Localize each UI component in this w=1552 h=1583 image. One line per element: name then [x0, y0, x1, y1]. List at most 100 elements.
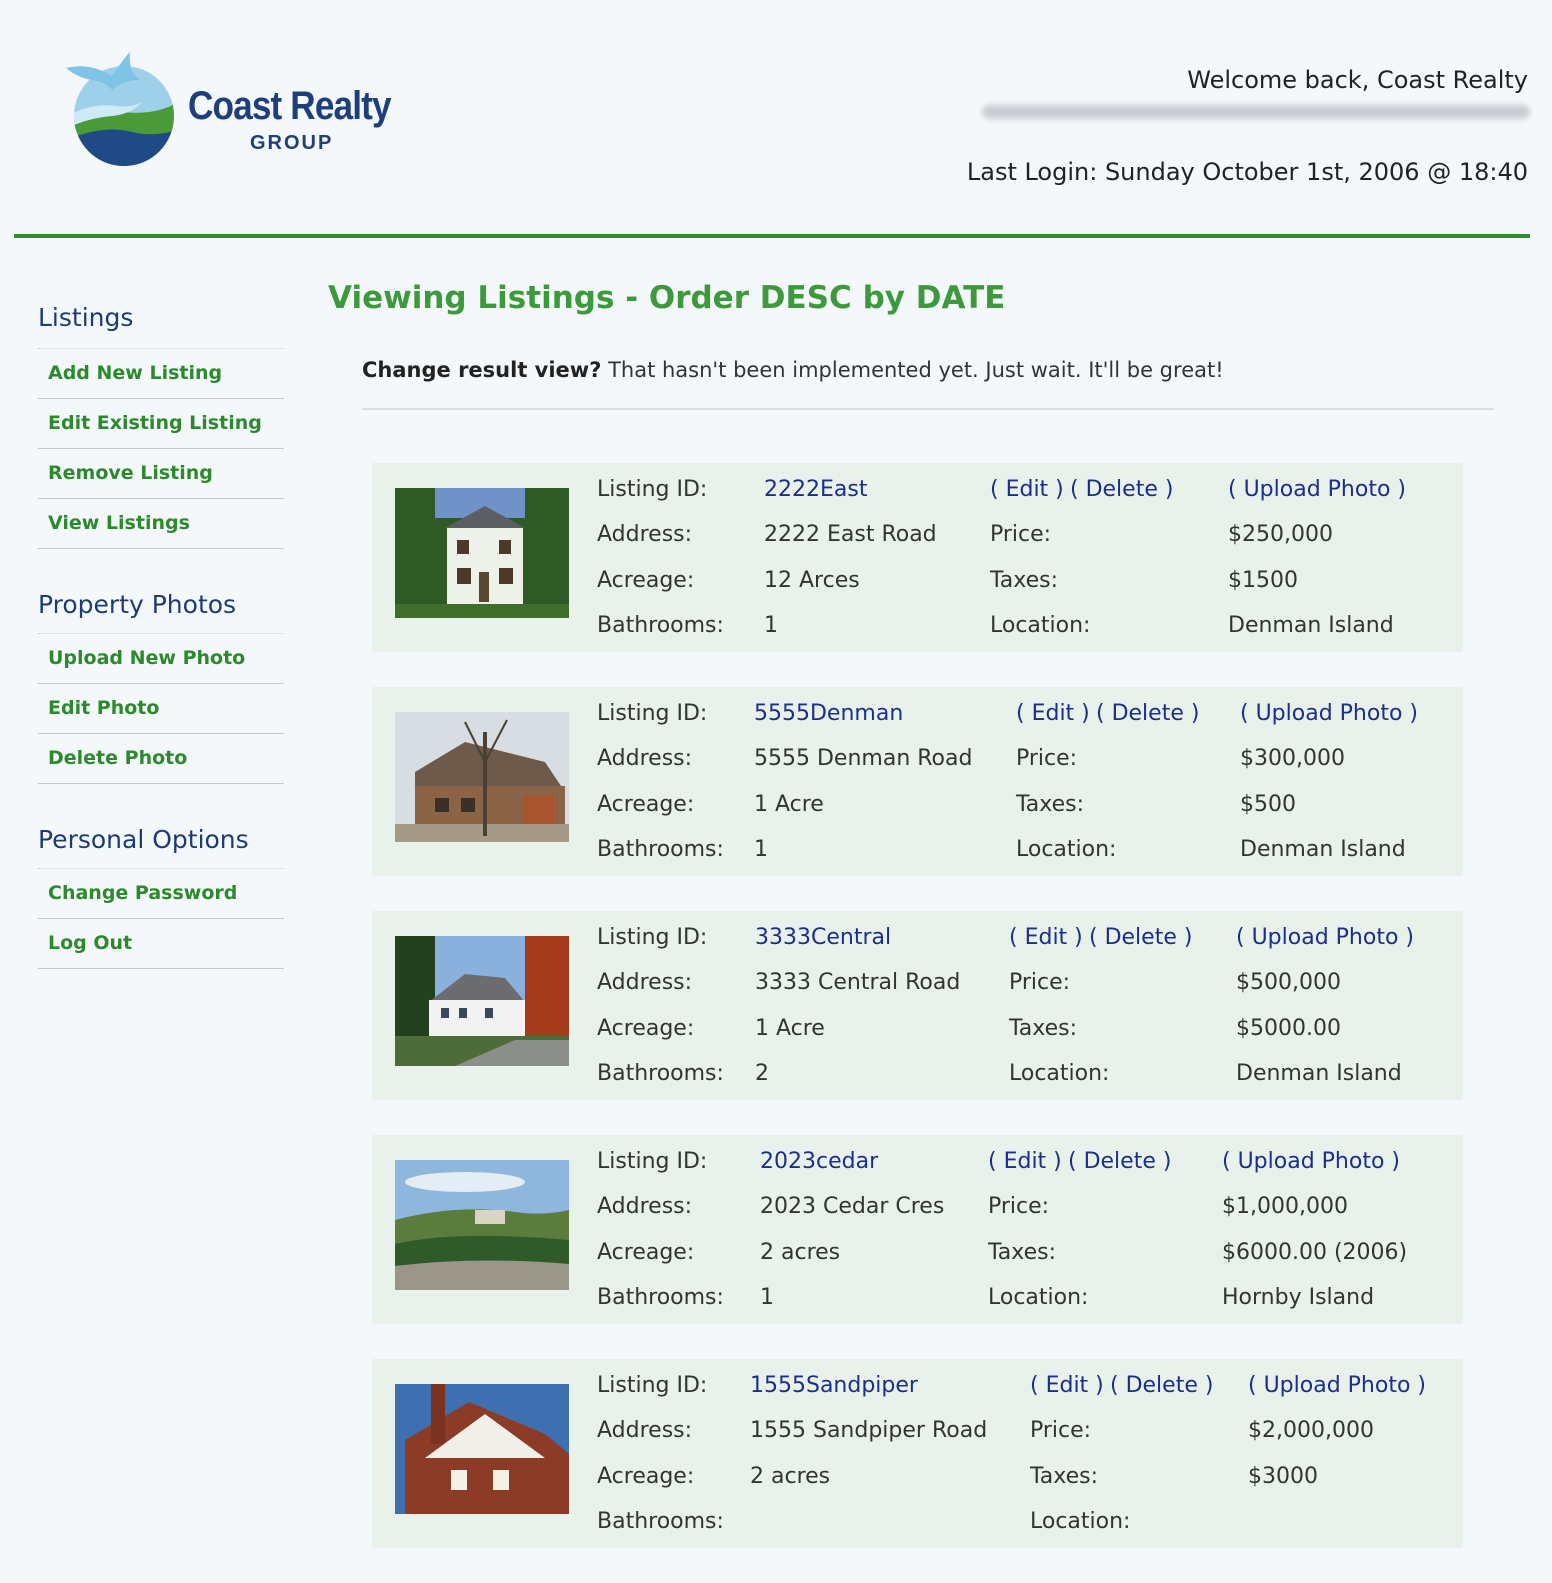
listing-acreage: 1 Acre [754, 792, 824, 817]
listing-address: 5555 Denman Road [754, 746, 973, 771]
label-price: Price: [990, 522, 1052, 547]
label-address: Address: [597, 746, 693, 771]
property-photo[interactable] [395, 1384, 569, 1514]
coast-realty-logo[interactable]: Coast Realty GROUP [62, 50, 392, 175]
logo-globe-icon [66, 52, 174, 166]
label-price: Price: [988, 1194, 1050, 1219]
listing-id-link[interactable]: 3333Central [755, 925, 891, 951]
listing-taxes: $6000.00 (2006) [1222, 1240, 1408, 1265]
header-divider [14, 234, 1530, 238]
label-taxes: Taxes: [1016, 792, 1085, 817]
listing-price: $1,000,000 [1222, 1194, 1348, 1219]
listing-card: Listing ID: 1555Sandpiper Address: 1555 San… [372, 1359, 1463, 1548]
label-location: Location: [1030, 1509, 1131, 1534]
label-location: Location: [990, 613, 1091, 638]
notice-label: Change result view? [362, 358, 602, 382]
notice-text: That hasn't been implemented yet. Just w… [601, 358, 1224, 382]
sidebar-heading: Listings [38, 290, 284, 349]
listing-taxes: $5000.00 [1236, 1016, 1341, 1041]
last-login: Last Login: Sunday October 1st, 2006 @ 1… [966, 158, 1528, 186]
upload-photo-link[interactable]: ( Upload Photo ) [1222, 1149, 1400, 1175]
label-location: Location: [1009, 1061, 1110, 1086]
edit-listing-link[interactable]: ( Edit ) [988, 1149, 1062, 1175]
delete-listing-link[interactable]: ( Delete ) [1089, 925, 1192, 951]
sidebar-item-delete-photo[interactable]: Delete Photo [38, 734, 284, 784]
sidebar-item-view-listings[interactable]: View Listings [38, 499, 284, 549]
delete-listing-link[interactable]: ( Delete ) [1096, 701, 1199, 727]
edit-listing-link[interactable]: ( Edit ) [990, 477, 1064, 503]
label-listing-id: Listing ID: [597, 925, 708, 950]
edit-listing-link[interactable]: ( Edit ) [1009, 925, 1083, 951]
listing-acreage: 2 acres [750, 1464, 831, 1489]
property-photo[interactable] [395, 936, 569, 1066]
sidebar-item-upload-new-photo[interactable]: Upload New Photo [38, 634, 284, 684]
label-taxes: Taxes: [990, 568, 1059, 593]
upload-photo-link[interactable]: ( Upload Photo ) [1236, 925, 1414, 951]
logo-wordmark: Coast Realty [188, 84, 392, 128]
label-taxes: Taxes: [1009, 1016, 1078, 1041]
listing-id-link[interactable]: 1555Sandpiper [750, 1373, 918, 1399]
label-address: Address: [597, 1418, 693, 1443]
label-bathrooms: Bathrooms: [597, 613, 724, 638]
notice-divider [362, 408, 1494, 410]
listing-card: Listing ID: 2023cedar Address: 2023 Cedar C… [372, 1135, 1463, 1324]
delete-listing-link[interactable]: ( Delete ) [1110, 1373, 1213, 1399]
upload-photo-link[interactable]: ( Upload Photo ) [1248, 1373, 1426, 1399]
listing-acreage: 12 Arces [764, 568, 860, 593]
label-price: Price: [1030, 1418, 1092, 1443]
listing-location: Hornby Island [1222, 1285, 1375, 1310]
label-price: Price: [1009, 970, 1071, 995]
listing-id-link[interactable]: 2023cedar [760, 1149, 878, 1175]
edit-listing-link[interactable]: ( Edit ) [1016, 701, 1090, 727]
sidebar-nav: Listings Add New Listing Edit Existing Lis… [38, 290, 284, 997]
label-address: Address: [597, 1194, 693, 1219]
label-taxes: Taxes: [1030, 1464, 1099, 1489]
label-acreage: Acreage: [597, 1240, 695, 1265]
sidebar-item-log-out[interactable]: Log Out [38, 919, 284, 969]
property-photo[interactable] [395, 712, 569, 842]
label-acreage: Acreage: [597, 1464, 695, 1489]
sidebar-item-change-password[interactable]: Change Password [38, 869, 284, 919]
sidebar-heading: Property Photos [38, 577, 284, 634]
listing-price: $250,000 [1228, 522, 1333, 547]
listing-card: Listing ID: 3333Central Address: 3333 Centr… [372, 911, 1463, 1100]
listing-location: Denman Island [1228, 613, 1394, 638]
listing-bathrooms: 1 [760, 1285, 774, 1310]
listing-price: $2,000,000 [1248, 1418, 1374, 1443]
label-acreage: Acreage: [597, 792, 695, 817]
listing-card: Listing ID: 2222East Address: 2222 East Roa… [372, 463, 1463, 652]
label-location: Location: [1016, 837, 1117, 862]
listing-address: 3333 Central Road [755, 970, 961, 995]
property-photo[interactable] [395, 1160, 569, 1290]
label-listing-id: Listing ID: [597, 1373, 708, 1398]
upload-photo-link[interactable]: ( Upload Photo ) [1240, 701, 1418, 727]
listing-bathrooms: 1 [764, 613, 778, 638]
page-title: Viewing Listings - Order DESC by DATE [328, 280, 1006, 316]
sidebar-item-add-new-listing[interactable]: Add New Listing [38, 349, 284, 399]
label-acreage: Acreage: [597, 568, 695, 593]
listings-list: Listing ID: 2222East Address: 2222 East Roa… [372, 463, 1463, 1583]
sidebar-item-edit-existing-listing[interactable]: Edit Existing Listing [38, 399, 284, 449]
property-photo[interactable] [395, 488, 569, 618]
label-acreage: Acreage: [597, 1016, 695, 1041]
welcome-message: Welcome back, Coast Realty [1187, 66, 1528, 94]
sidebar-item-edit-photo[interactable]: Edit Photo [38, 684, 284, 734]
listing-bathrooms: 2 [755, 1061, 769, 1086]
listing-id-link[interactable]: 5555Denman [754, 701, 903, 727]
upload-photo-link[interactable]: ( Upload Photo ) [1228, 477, 1406, 503]
delete-listing-link[interactable]: ( Delete ) [1068, 1149, 1171, 1175]
label-taxes: Taxes: [988, 1240, 1057, 1265]
edit-listing-link[interactable]: ( Edit ) [1030, 1373, 1104, 1399]
sidebar-heading: Personal Options [38, 812, 284, 869]
listing-price: $500,000 [1236, 970, 1341, 995]
delete-listing-link[interactable]: ( Delete ) [1070, 477, 1173, 503]
listing-address: 1555 Sandpiper Road [750, 1418, 988, 1443]
redacted-email [982, 100, 1530, 124]
sidebar-item-remove-listing[interactable]: Remove Listing [38, 449, 284, 499]
label-bathrooms: Bathrooms: [597, 1285, 724, 1310]
label-location: Location: [988, 1285, 1089, 1310]
label-listing-id: Listing ID: [597, 477, 708, 502]
sidebar-group: Personal Options Change Password Log Out [38, 812, 284, 969]
listing-id-link[interactable]: 2222East [764, 477, 867, 503]
page-header: Coast Realty GROUP Welcome back, Coast R… [0, 0, 1552, 240]
